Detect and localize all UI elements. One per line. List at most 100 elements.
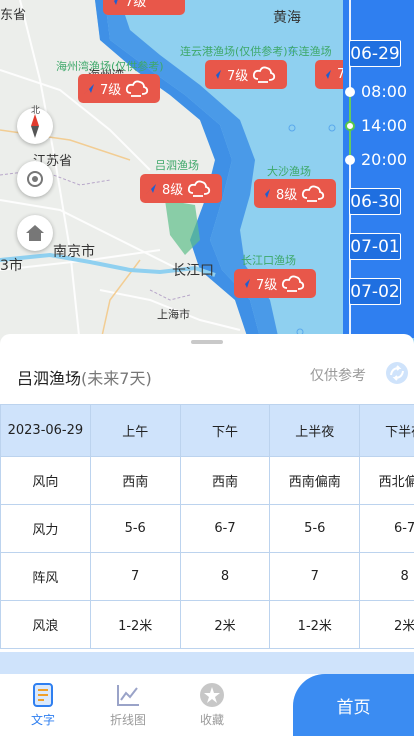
table-header-row: 2023-06-29 上午 下午 上半夜 下半夜: [0, 404, 414, 457]
time-selector[interactable]: 06-29 08:00 14:00 20:00 06-30 07-01 07-0…: [343, 0, 414, 338]
wind-arrow-icon: [211, 69, 221, 80]
wind-level: 8级: [276, 188, 298, 203]
nav-text[interactable]: 文字: [13, 682, 73, 728]
cloud-wind-icon: [253, 66, 276, 83]
wind-level: 7级: [256, 278, 278, 293]
date-chip-0629[interactable]: 06-29: [349, 40, 401, 67]
row-label: 风向: [0, 456, 91, 505]
compass-north-label: 北: [31, 106, 41, 116]
date-chip-0630[interactable]: 06-30: [349, 188, 401, 215]
bottom-nav: 文字 折线图 收藏 首页: [0, 674, 414, 736]
header-date: 2023-06-29: [0, 404, 91, 457]
wind-level: 7级: [227, 69, 249, 84]
wind-arrow-icon: [260, 188, 270, 199]
table-cell: 5-6: [89, 504, 181, 553]
nav-chart-label: 折线图: [109, 713, 146, 727]
cloud-wind-icon: [282, 275, 305, 292]
wind-arrow-icon: [146, 183, 156, 194]
wind-badge-changjiangkou[interactable]: 7级: [234, 269, 316, 298]
nav-favorites[interactable]: 收藏: [182, 682, 242, 728]
home-icon: [26, 225, 44, 241]
lvsi-fishery-label: 吕泗渔场: [155, 159, 199, 172]
next-day-header-peek: [0, 652, 414, 674]
cloud-wind-icon: [302, 185, 325, 202]
document-icon: [33, 683, 53, 707]
nav-line-chart[interactable]: 折线图: [98, 682, 158, 728]
nav-text-label: 文字: [30, 713, 55, 727]
time-dot: [345, 154, 355, 165]
table-cell: 7: [89, 552, 181, 601]
locate-icon: [27, 171, 43, 187]
refresh-icon[interactable]: [385, 361, 409, 385]
table-cell: 1-2米: [269, 600, 361, 649]
header-first-half-night: 上半夜: [269, 404, 361, 457]
row-label: 风浪: [0, 600, 91, 649]
cloud-wind-icon: [188, 180, 211, 197]
forecast-range: (未来7天): [81, 369, 152, 388]
locate-button[interactable]: [17, 161, 53, 197]
table-row: 阵风 7 8 7 8: [0, 552, 414, 601]
wind-level: 7级: [100, 83, 122, 98]
table-row: 风向 西南 西南 西南偏南 西北偏西: [0, 456, 414, 505]
star-icon: [200, 683, 224, 707]
table-cell: 6-7: [179, 504, 271, 553]
wind-level: 8级: [162, 183, 184, 198]
wind-arrow-icon: [240, 278, 250, 289]
table-cell: 8: [179, 552, 271, 601]
wind-badge-lvsi[interactable]: 8级: [140, 174, 222, 203]
table-cell: 7: [269, 552, 361, 601]
header-morning: 上午: [89, 404, 181, 457]
nav-fav-label: 收藏: [199, 713, 224, 727]
time-label: 08:00: [361, 82, 408, 101]
wind-badge-lianyungang[interactable]: 7级: [205, 60, 287, 89]
time-label: 20:00: [361, 150, 408, 169]
left-city-label: 3市: [0, 258, 23, 274]
row-label: 阵风: [0, 552, 91, 601]
table-cell: 8: [359, 552, 414, 601]
wind-arrow-icon: [84, 83, 94, 94]
reference-note: 仅供参考: [310, 368, 366, 384]
nanjing-label: 南京市: [53, 244, 95, 260]
time-label: 14:00: [361, 116, 408, 135]
cloud-wind-icon: [126, 80, 149, 97]
wind-level: 7级: [125, 0, 147, 10]
table-cell: 西南: [89, 456, 181, 505]
wind-badge-dasha[interactable]: 8级: [254, 179, 336, 208]
fishery-name: 吕泗渔场: [17, 369, 82, 388]
table-cell: 西北偏西: [359, 456, 414, 505]
huanghai-label: 黄海: [273, 10, 301, 26]
lianyungang-fishery-label: 连云港渔场(仅供参考)东连渔场: [180, 45, 332, 58]
table-cell: 5-6: [269, 504, 361, 553]
date-chip-0701[interactable]: 07-01: [349, 233, 401, 260]
forecast-table-wrapper[interactable]: 2023-06-29 上午 下午 上半夜 下半夜 风向 西南 西南 西南偏南 西…: [0, 404, 414, 674]
time-0800[interactable]: 08:00: [345, 82, 407, 101]
header-afternoon: 下午: [179, 404, 271, 457]
table-row: 风浪 1-2米 2米 1-2米 2米: [0, 600, 414, 649]
table-cell: 2米: [359, 600, 414, 649]
time-dot-active: [345, 120, 355, 131]
time-dot: [345, 86, 355, 97]
changjiangkou-fishery-label: 长江口渔场: [241, 254, 296, 267]
changjiangkou-label: 长江口: [172, 263, 214, 279]
table-cell: 西南偏南: [269, 456, 361, 505]
wind-badge-haizhouwan[interactable]: 7级: [78, 74, 160, 103]
date-chip-0702[interactable]: 07-02: [349, 278, 401, 305]
home-button[interactable]: 首页: [293, 674, 414, 736]
home-map-button[interactable]: [17, 215, 53, 251]
time-2000[interactable]: 20:00: [345, 150, 407, 169]
shanghai-label: 上海市: [157, 308, 190, 321]
table-row: 风力 5-6 6-7 5-6 6-7: [0, 504, 414, 553]
forecast-sheet: 吕泗渔场(未来7天) 仅供参考 2023-06-29 上午 下午 上半夜 下半夜…: [0, 334, 414, 674]
dasha-fishery-label: 大沙渔场: [267, 165, 311, 178]
sheet-drag-handle[interactable]: [191, 340, 223, 344]
header-second-half-night: 下半夜: [359, 404, 414, 457]
wind-arrow-icon: [321, 69, 331, 80]
table-cell: 6-7: [359, 504, 414, 553]
top-province-label: 东省: [0, 8, 27, 23]
table-cell: 1-2米: [89, 600, 181, 649]
table-cell: 西南: [179, 456, 271, 505]
wind-badge-top[interactable]: 7级: [103, 0, 185, 15]
wind-arrow-icon: [109, 0, 118, 6]
time-1400[interactable]: 14:00: [345, 116, 407, 135]
forecast-table: 2023-06-29 上午 下午 上半夜 下半夜 风向 西南 西南 西南偏南 西…: [0, 404, 414, 649]
